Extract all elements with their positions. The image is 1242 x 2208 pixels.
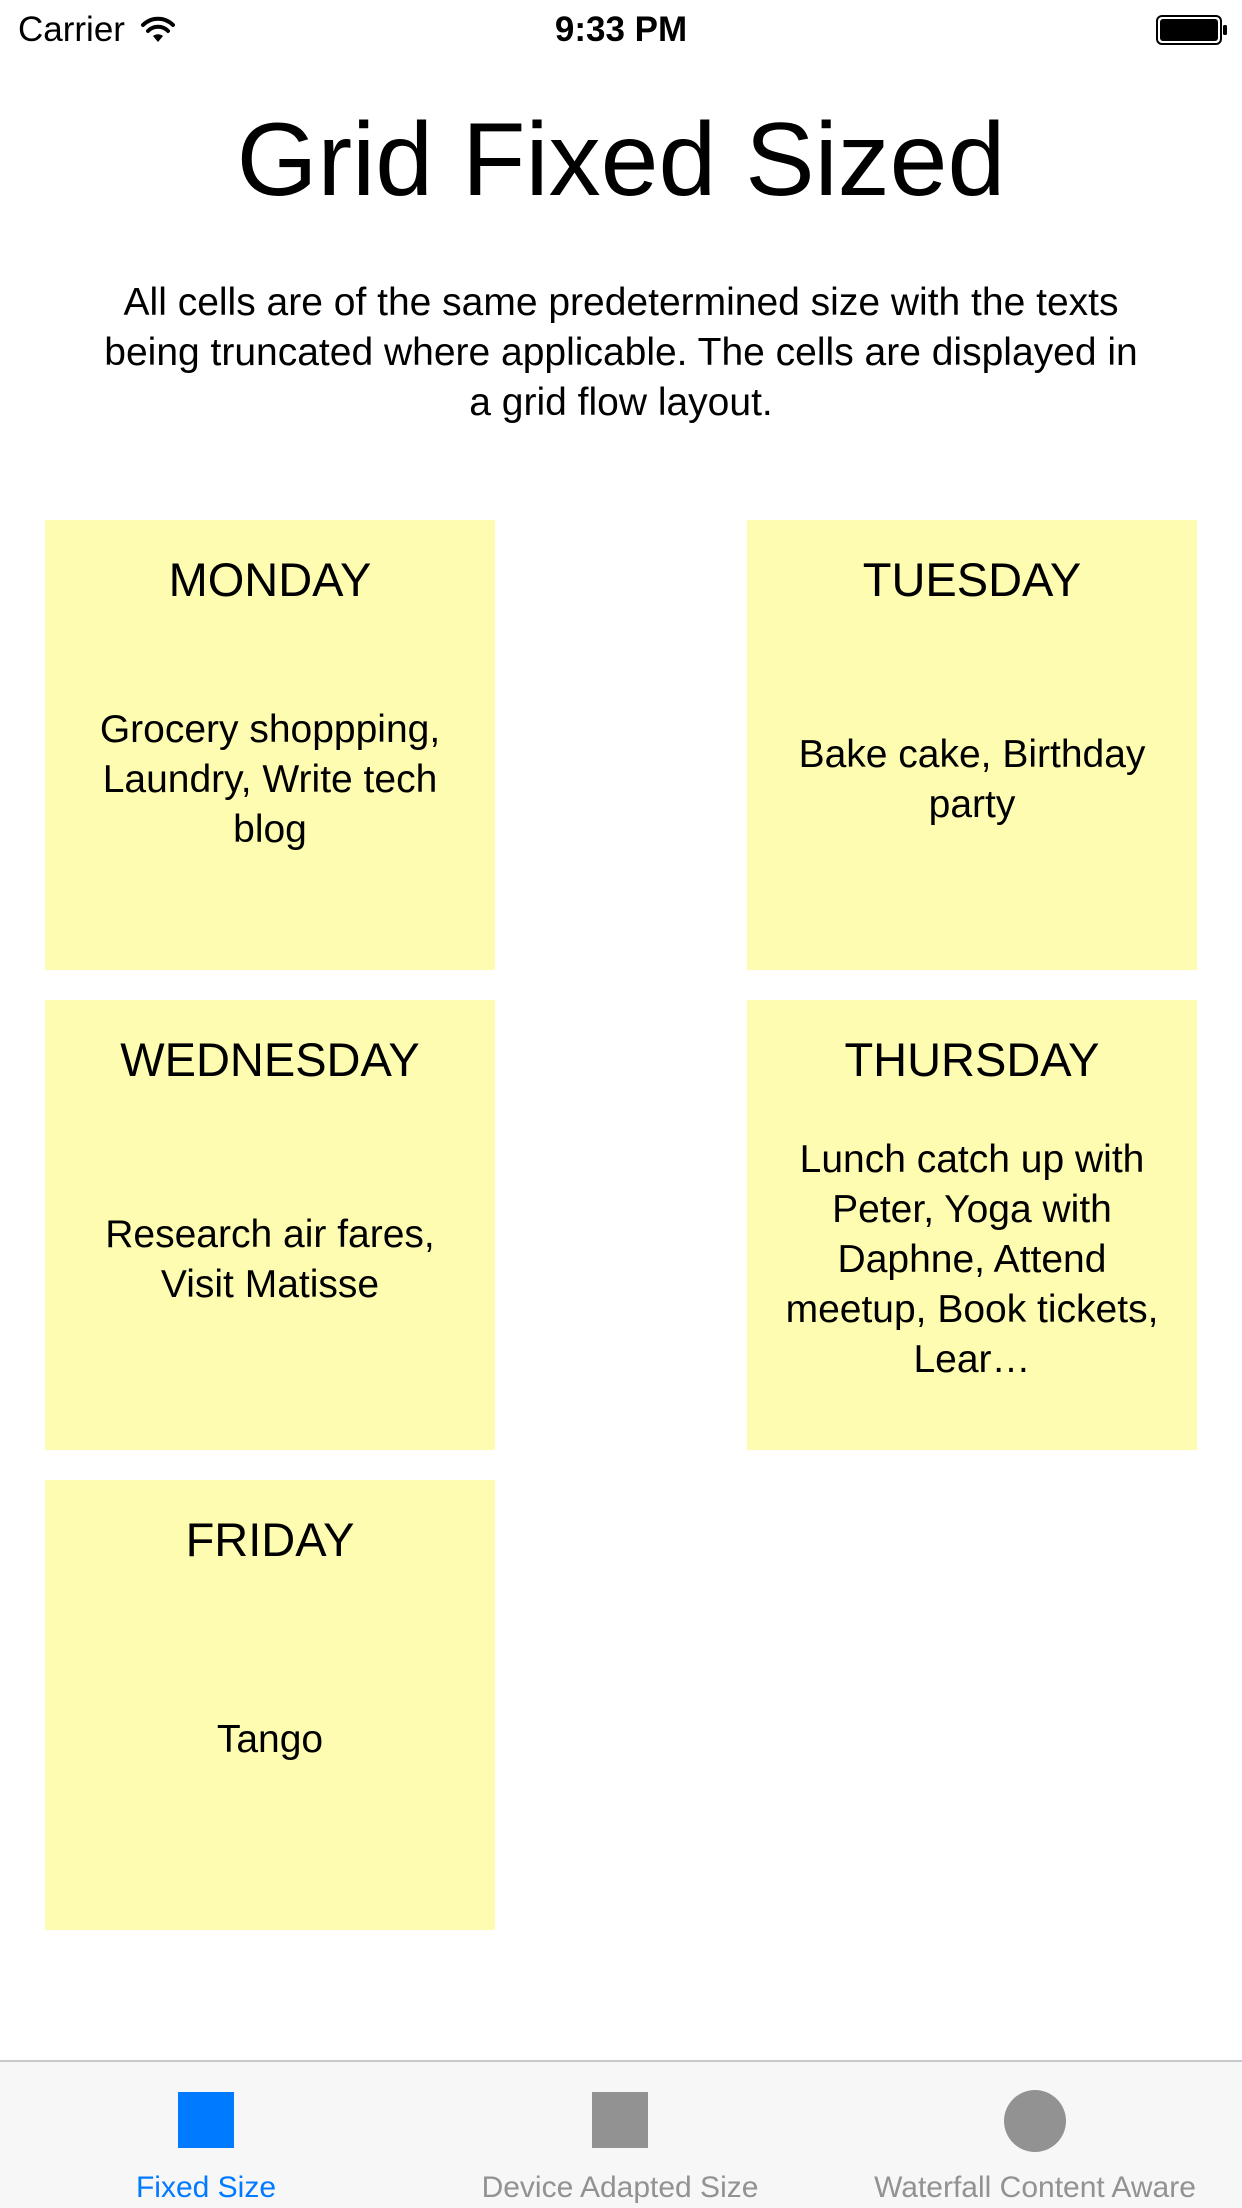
cell-day-title: WEDNESDAY [120, 1033, 420, 1086]
tab-label: Fixed Size [135, 2171, 277, 2204]
tab-fixed-size[interactable]: Fixed Size [0, 2062, 412, 2208]
cell-body: Grocery shoppping, Laundry, Write tech b… [65, 630, 475, 930]
page-description: All cells are of the same predetermined … [104, 281, 1138, 424]
cell-tasks: Bake cake, Birthday party [798, 733, 1146, 826]
cell-day-title: TUESDAY [862, 553, 1082, 606]
screen: Carrier 9:33 PM Grid Fixed Sized All cel… [0, 0, 1242, 2208]
cell-body: Research air fares, Visit Matisse [65, 1110, 475, 1410]
grid-cell-monday[interactable]: MONDAY Grocery shoppping, Laundry, Write… [45, 520, 495, 970]
cell-day-title: THURSDAY [844, 1033, 1100, 1086]
battery-icon [1156, 15, 1227, 45]
cell-tasks: Lunch catch up with Peter, Yoga with Dap… [785, 1138, 1159, 1381]
grid-cell-tuesday[interactable]: TUESDAY Bake cake, Birthday party [747, 520, 1197, 970]
cell-tasks: Grocery shoppping, Laundry, Write tech b… [99, 708, 441, 851]
circle-icon [1004, 2090, 1066, 2152]
square-icon [178, 2092, 234, 2148]
cell-body: Tango [65, 1590, 475, 1890]
status-bar: Carrier 9:33 PM [0, 0, 1242, 60]
page-title: Grid Fixed Sized [236, 102, 1006, 218]
tab-device-adapted-size[interactable]: Device Adapted Size [412, 2062, 828, 2208]
tab-waterfall-content-aware[interactable]: Waterfall Content Aware [828, 2062, 1242, 2208]
cell-body: Lunch catch up with Peter, Yoga with Dap… [767, 1110, 1177, 1410]
tab-label: Waterfall Content Aware [874, 2171, 1196, 2204]
tab-bar: Fixed Size Device Adapted Size Waterfall… [0, 2060, 1242, 2208]
grid-cell-friday[interactable]: FRIDAY Tango [45, 1480, 495, 1930]
cell-tasks: Research air fares, Visit Matisse [105, 1213, 435, 1306]
tab-label: Device Adapted Size [481, 2171, 759, 2204]
grid-cell-thursday[interactable]: THURSDAY Lunch catch up with Peter, Yoga… [747, 1000, 1197, 1450]
cell-day-title: FRIDAY [185, 1513, 355, 1566]
square-icon [592, 2092, 648, 2148]
grid-cell-wednesday[interactable]: WEDNESDAY Research air fares, Visit Mati… [45, 1000, 495, 1450]
cell-body: Bake cake, Birthday party [767, 630, 1177, 930]
cell-tasks: Tango [216, 1718, 324, 1761]
status-time: 9:33 PM [554, 10, 688, 49]
cell-day-title: MONDAY [168, 553, 372, 606]
